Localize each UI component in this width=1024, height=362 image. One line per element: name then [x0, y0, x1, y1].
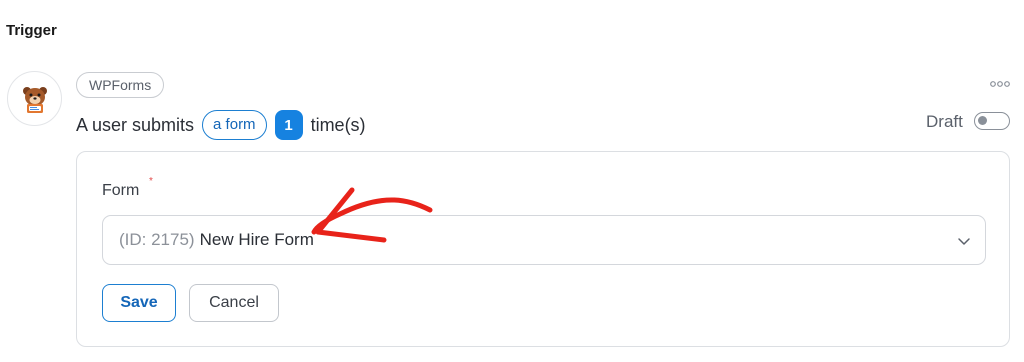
trigger-panel: Trigger WPForms A user submits a form 1 … — [0, 0, 1024, 362]
trigger-description: A user submits a form 1 time(s) — [76, 110, 366, 140]
selected-form-name: New Hire Form — [199, 230, 314, 249]
more-options-icon[interactable] — [990, 79, 1010, 89]
form-settings-card: Form * (ID: 2175) New Hire Form Save Can… — [76, 151, 1010, 347]
section-title: Trigger — [6, 22, 57, 39]
save-button[interactable]: Save — [102, 284, 176, 322]
form-selector-chip[interactable]: a form — [202, 110, 267, 140]
form-select-dropdown[interactable]: (ID: 2175) New Hire Form — [102, 215, 986, 265]
trigger-prefix-text: A user submits — [76, 114, 195, 135]
chevron-down-icon[interactable] — [957, 234, 971, 248]
form-field-label: Form — [102, 182, 140, 199]
integration-avatar — [7, 71, 62, 126]
trigger-suffix-text: time(s) — [310, 114, 366, 135]
draft-status-label: Draft — [926, 112, 963, 131]
cancel-button[interactable]: Cancel — [189, 284, 279, 322]
wpforms-bear-logo-icon — [22, 86, 47, 113]
toggle-knob — [978, 116, 987, 125]
draft-toggle[interactable] — [974, 112, 1010, 130]
submission-count-badge[interactable]: 1 — [274, 110, 303, 140]
required-asterisk: * — [149, 176, 153, 187]
integration-name-pill[interactable]: WPForms — [76, 72, 165, 98]
selected-form-id: (ID: 2175) — [119, 230, 195, 249]
